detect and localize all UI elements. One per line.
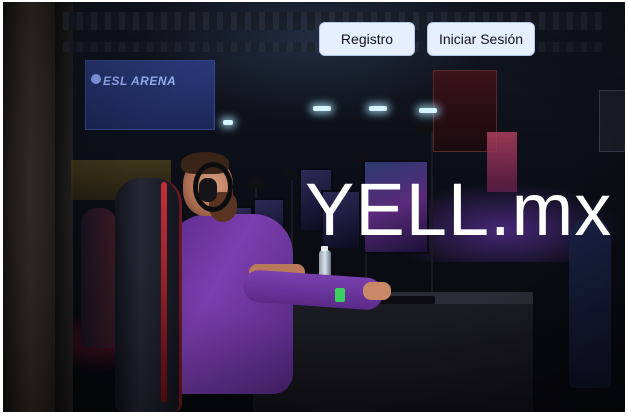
player-torso xyxy=(163,214,293,394)
ceiling-light xyxy=(369,106,387,111)
player-hand xyxy=(363,282,391,300)
register-button[interactable]: Registro xyxy=(319,22,415,56)
ceiling-light xyxy=(313,106,331,111)
arena-banner-text: ESL ARENA xyxy=(103,74,177,88)
pillar-shadow xyxy=(55,2,73,412)
ceiling-light xyxy=(419,108,437,113)
arena-banner xyxy=(85,60,215,130)
arena-banner-logo-icon xyxy=(91,74,101,84)
brand-title: YELL.mx xyxy=(305,168,613,251)
camera-icon xyxy=(417,124,431,134)
camera-icon xyxy=(249,178,263,188)
gaming-chair xyxy=(115,178,182,412)
ceiling-light xyxy=(223,120,233,125)
login-button[interactable]: Iniciar Sesión xyxy=(427,22,535,56)
camera-icon xyxy=(285,170,299,180)
gaming-desk xyxy=(253,294,533,412)
far-right-screen xyxy=(599,90,625,152)
gaming-chair-stripe xyxy=(161,182,167,402)
headset-earcup xyxy=(199,178,217,202)
wristband xyxy=(335,288,345,302)
gaming-chair-far xyxy=(81,208,117,348)
